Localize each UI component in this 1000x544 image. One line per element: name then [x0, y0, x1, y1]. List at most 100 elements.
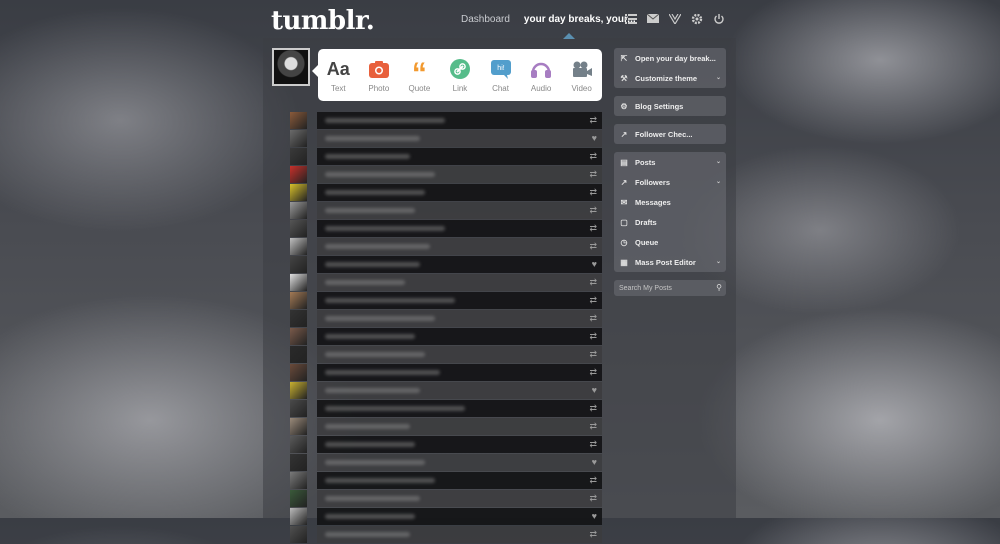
reblog-icon[interactable]: ⇄ — [589, 421, 597, 432]
gear-icon[interactable] — [690, 12, 703, 25]
avatar[interactable] — [290, 220, 307, 237]
feed-row[interactable]: ⇄ — [290, 184, 602, 201]
feed-row-content[interactable]: ♥ — [317, 256, 602, 273]
feed-row-content[interactable]: ♥ — [317, 382, 602, 399]
feed-row-content[interactable]: ⇄ — [317, 364, 602, 381]
feed-row-content[interactable]: ⇄ — [317, 292, 602, 309]
feed-row-content[interactable]: ⇄ — [317, 418, 602, 435]
nav-blog[interactable]: your day breaks, your... — [524, 14, 636, 25]
feed-row-content[interactable]: ⇄ — [317, 220, 602, 237]
avatar[interactable] — [290, 508, 307, 525]
tumblr-logo[interactable]: tumblr. — [271, 6, 375, 36]
avatar[interactable] — [290, 274, 307, 291]
feed-row[interactable]: ⇄ — [290, 400, 602, 417]
feed-row[interactable]: ♥ — [290, 454, 602, 471]
mail-icon[interactable] — [646, 12, 659, 25]
avatar[interactable] — [290, 130, 307, 147]
avatar[interactable] — [290, 454, 307, 471]
blog-avatar[interactable] — [272, 48, 310, 86]
post-chat-button[interactable]: hi! Chat — [482, 57, 520, 93]
feed-row-content[interactable]: ⇄ — [317, 400, 602, 417]
reblog-icon[interactable]: ⇄ — [589, 403, 597, 414]
feed-row-content[interactable]: ⇄ — [317, 310, 602, 327]
sidebar-item-posts[interactable]: ▤ Posts ⌄ — [614, 152, 726, 172]
feed-row[interactable]: ♥ — [290, 508, 602, 525]
reblog-icon[interactable]: ⇄ — [589, 367, 597, 378]
blog-settings-link[interactable]: ⚙ Blog Settings — [614, 96, 726, 116]
feed-row[interactable]: ⇄ — [290, 148, 602, 165]
post-audio-button[interactable]: Audio — [522, 57, 560, 93]
post-link-button[interactable]: Link — [441, 57, 479, 93]
feed-row-content[interactable]: ⇄ — [317, 472, 602, 489]
heart-icon[interactable]: ♥ — [592, 511, 597, 521]
reblog-icon[interactable]: ⇄ — [589, 277, 597, 288]
nav-dashboard[interactable]: Dashboard — [461, 14, 510, 25]
feed-row-content[interactable]: ⇄ — [317, 274, 602, 291]
feed-row-content[interactable]: ⇄ — [317, 166, 602, 183]
reblog-icon[interactable]: ⇄ — [589, 295, 597, 306]
reblog-icon[interactable]: ⇄ — [589, 151, 597, 162]
feed-row-content[interactable]: ♥ — [317, 508, 602, 525]
feed-row[interactable]: ⇄ — [290, 274, 602, 291]
post-quote-button[interactable]: “ Quote — [400, 57, 438, 94]
feed-row[interactable]: ⇄ — [290, 112, 602, 129]
avatar[interactable] — [290, 202, 307, 219]
activity-icon[interactable] — [668, 12, 681, 25]
avatar[interactable] — [290, 292, 307, 309]
feed-row-content[interactable]: ⇄ — [317, 112, 602, 129]
feed-row-content[interactable]: ⇄ — [317, 436, 602, 453]
avatar[interactable] — [290, 310, 307, 327]
reblog-icon[interactable]: ⇄ — [589, 187, 597, 198]
feed-row-content[interactable]: ⇄ — [317, 148, 602, 165]
power-icon[interactable] — [712, 12, 725, 25]
feed-row[interactable]: ⇄ — [290, 292, 602, 309]
feed-row[interactable]: ⇄ — [290, 328, 602, 345]
feed-row[interactable]: ⇄ — [290, 238, 602, 255]
feed-row[interactable]: ♥ — [290, 130, 602, 147]
reblog-icon[interactable]: ⇄ — [589, 439, 597, 450]
feed-row[interactable]: ⇄ — [290, 364, 602, 381]
heart-icon[interactable]: ♥ — [592, 457, 597, 467]
reblog-icon[interactable]: ⇄ — [589, 169, 597, 180]
reblog-icon[interactable]: ⇄ — [589, 349, 597, 360]
avatar[interactable] — [290, 418, 307, 435]
avatar[interactable] — [290, 490, 307, 507]
sidebar-item-mass-post-editor[interactable]: ▦ Mass Post Editor ⌄ — [614, 252, 726, 272]
feed-row[interactable]: ⇄ — [290, 166, 602, 183]
avatar[interactable] — [290, 382, 307, 399]
heart-icon[interactable]: ♥ — [592, 385, 597, 395]
feed-row[interactable]: ⇄ — [290, 310, 602, 327]
avatar[interactable] — [290, 364, 307, 381]
avatar[interactable] — [290, 148, 307, 165]
feed-row[interactable]: ⇄ — [290, 346, 602, 363]
feed-row-content[interactable]: ⇄ — [317, 490, 602, 507]
reblog-icon[interactable]: ⇄ — [589, 475, 597, 486]
post-text-button[interactable]: Aa Text — [319, 57, 357, 94]
search-my-posts-input[interactable]: Search My Posts ⚲ — [614, 280, 726, 296]
reblog-icon[interactable]: ⇄ — [589, 223, 597, 234]
feed-row[interactable]: ♥ — [290, 256, 602, 273]
customize-theme-link[interactable]: ⚒ Customize theme ⌄ — [614, 68, 726, 88]
reblog-icon[interactable]: ⇄ — [589, 331, 597, 342]
heart-icon[interactable]: ♥ — [592, 133, 597, 143]
avatar[interactable] — [290, 436, 307, 453]
avatar[interactable] — [290, 328, 307, 345]
follower-checker-link[interactable]: ↗ Follower Chec... — [614, 124, 726, 144]
avatar[interactable] — [290, 238, 307, 255]
reblog-icon[interactable]: ⇄ — [589, 241, 597, 252]
open-blog-link[interactable]: ⇱ Open your day break... — [614, 48, 726, 68]
sidebar-item-followers[interactable]: ↗ Followers ⌄ — [614, 172, 726, 192]
search-icon[interactable]: ⚲ — [716, 283, 722, 292]
post-photo-button[interactable]: Photo — [360, 57, 398, 93]
feed-row-content[interactable]: ⇄ — [317, 184, 602, 201]
feed-row[interactable]: ⇄ — [290, 418, 602, 435]
feed-row-content[interactable]: ⇄ — [317, 328, 602, 345]
sidebar-item-messages[interactable]: ✉ Messages — [614, 192, 726, 212]
avatar[interactable] — [290, 256, 307, 273]
reblog-icon[interactable]: ⇄ — [589, 529, 597, 540]
reblog-icon[interactable]: ⇄ — [589, 313, 597, 324]
feed-row[interactable]: ⇄ — [290, 490, 602, 507]
avatar[interactable] — [290, 166, 307, 183]
feed-row-content[interactable]: ⇄ — [317, 202, 602, 219]
feed-row[interactable]: ⇄ — [290, 202, 602, 219]
